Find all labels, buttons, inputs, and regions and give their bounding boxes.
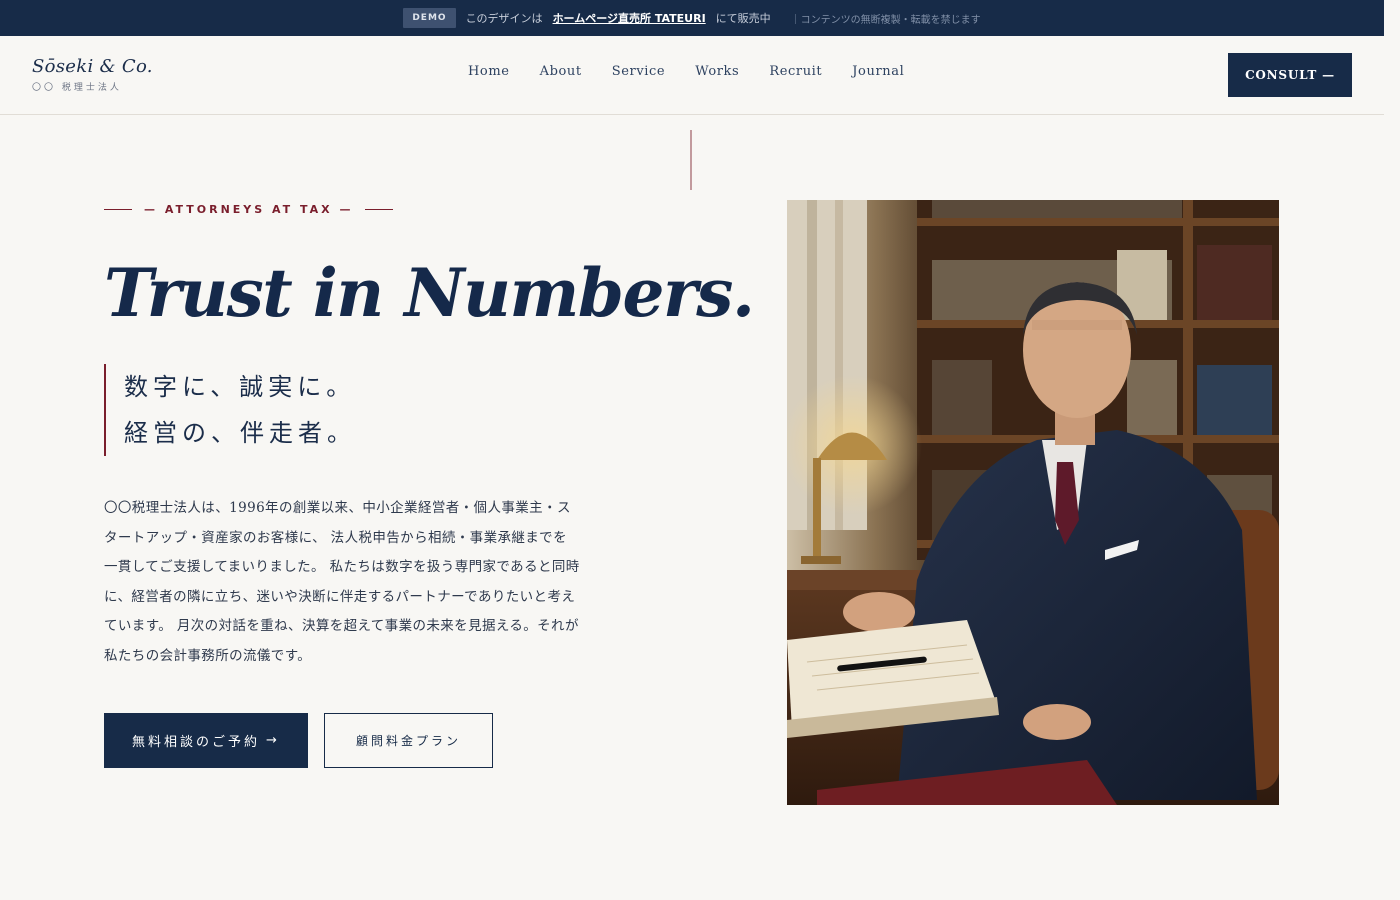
eyebrow-rule-left (104, 209, 132, 210)
hero-title: Trust in Numbers. (104, 254, 755, 332)
site-header: Sōseki & Co. 〇〇 税理士法人 Home About Service… (0, 36, 1384, 115)
eyebrow-text: — ATTORNEYS AT TAX — (144, 203, 354, 216)
hero-photo-advisor (787, 200, 1279, 805)
demo-text-after: にて販売中 (715, 12, 771, 25)
lead-line-2: 経営の、伴走者。 (124, 419, 356, 447)
nav-journal[interactable]: Journal (852, 64, 904, 79)
nav-about[interactable]: About (540, 64, 582, 79)
logo[interactable]: Sōseki & Co. 〇〇 税理士法人 (32, 56, 153, 93)
demo-banner: DEMO このデザインは ホームページ直売所 TATEURI にて販売中 ｜コン… (0, 0, 1384, 36)
logo-wordmark: Sōseki & Co. (32, 56, 153, 77)
free-consultation-label: 無料相談のご予約 (132, 735, 261, 750)
tateuri-link[interactable]: ホームページ直売所 TATEURI (553, 10, 706, 26)
main-nav: Home About Service Works Recruit Journal (468, 64, 904, 79)
logo-subtitle: 〇〇 税理士法人 (32, 83, 122, 93)
free-consultation-button[interactable]: 無料相談のご予約 → (104, 713, 308, 768)
hero-lead: 数字に、誠実に。 経営の、伴走者。 (104, 364, 356, 456)
eyebrow-rule-right (365, 209, 394, 210)
lead-line-1: 数字に、誠実に。 (124, 373, 356, 401)
copyright-note: ｜コンテンツの無断複製・転載を禁じます (790, 14, 981, 26)
fee-plan-button[interactable]: 顧問料金プラン (324, 713, 493, 768)
nav-works[interactable]: Works (695, 64, 739, 79)
demo-badge: DEMO (403, 8, 456, 28)
eyebrow: — ATTORNEYS AT TAX — (104, 203, 394, 216)
nav-service[interactable]: Service (612, 64, 666, 79)
demo-text-before: このデザインは (465, 12, 543, 25)
consult-button[interactable]: CONSULT — (1228, 53, 1352, 97)
nav-home[interactable]: Home (468, 64, 510, 79)
nav-recruit[interactable]: Recruit (769, 64, 822, 79)
arrow-right-icon: → (266, 733, 280, 748)
hero-body-text: 〇〇税理士法人は、1996年の創業以来、中小企業経営者・個人事業主・スタートアッ… (104, 500, 580, 664)
decorative-vertical-line (690, 130, 692, 190)
scrollbar-track[interactable] (1384, 0, 1400, 900)
